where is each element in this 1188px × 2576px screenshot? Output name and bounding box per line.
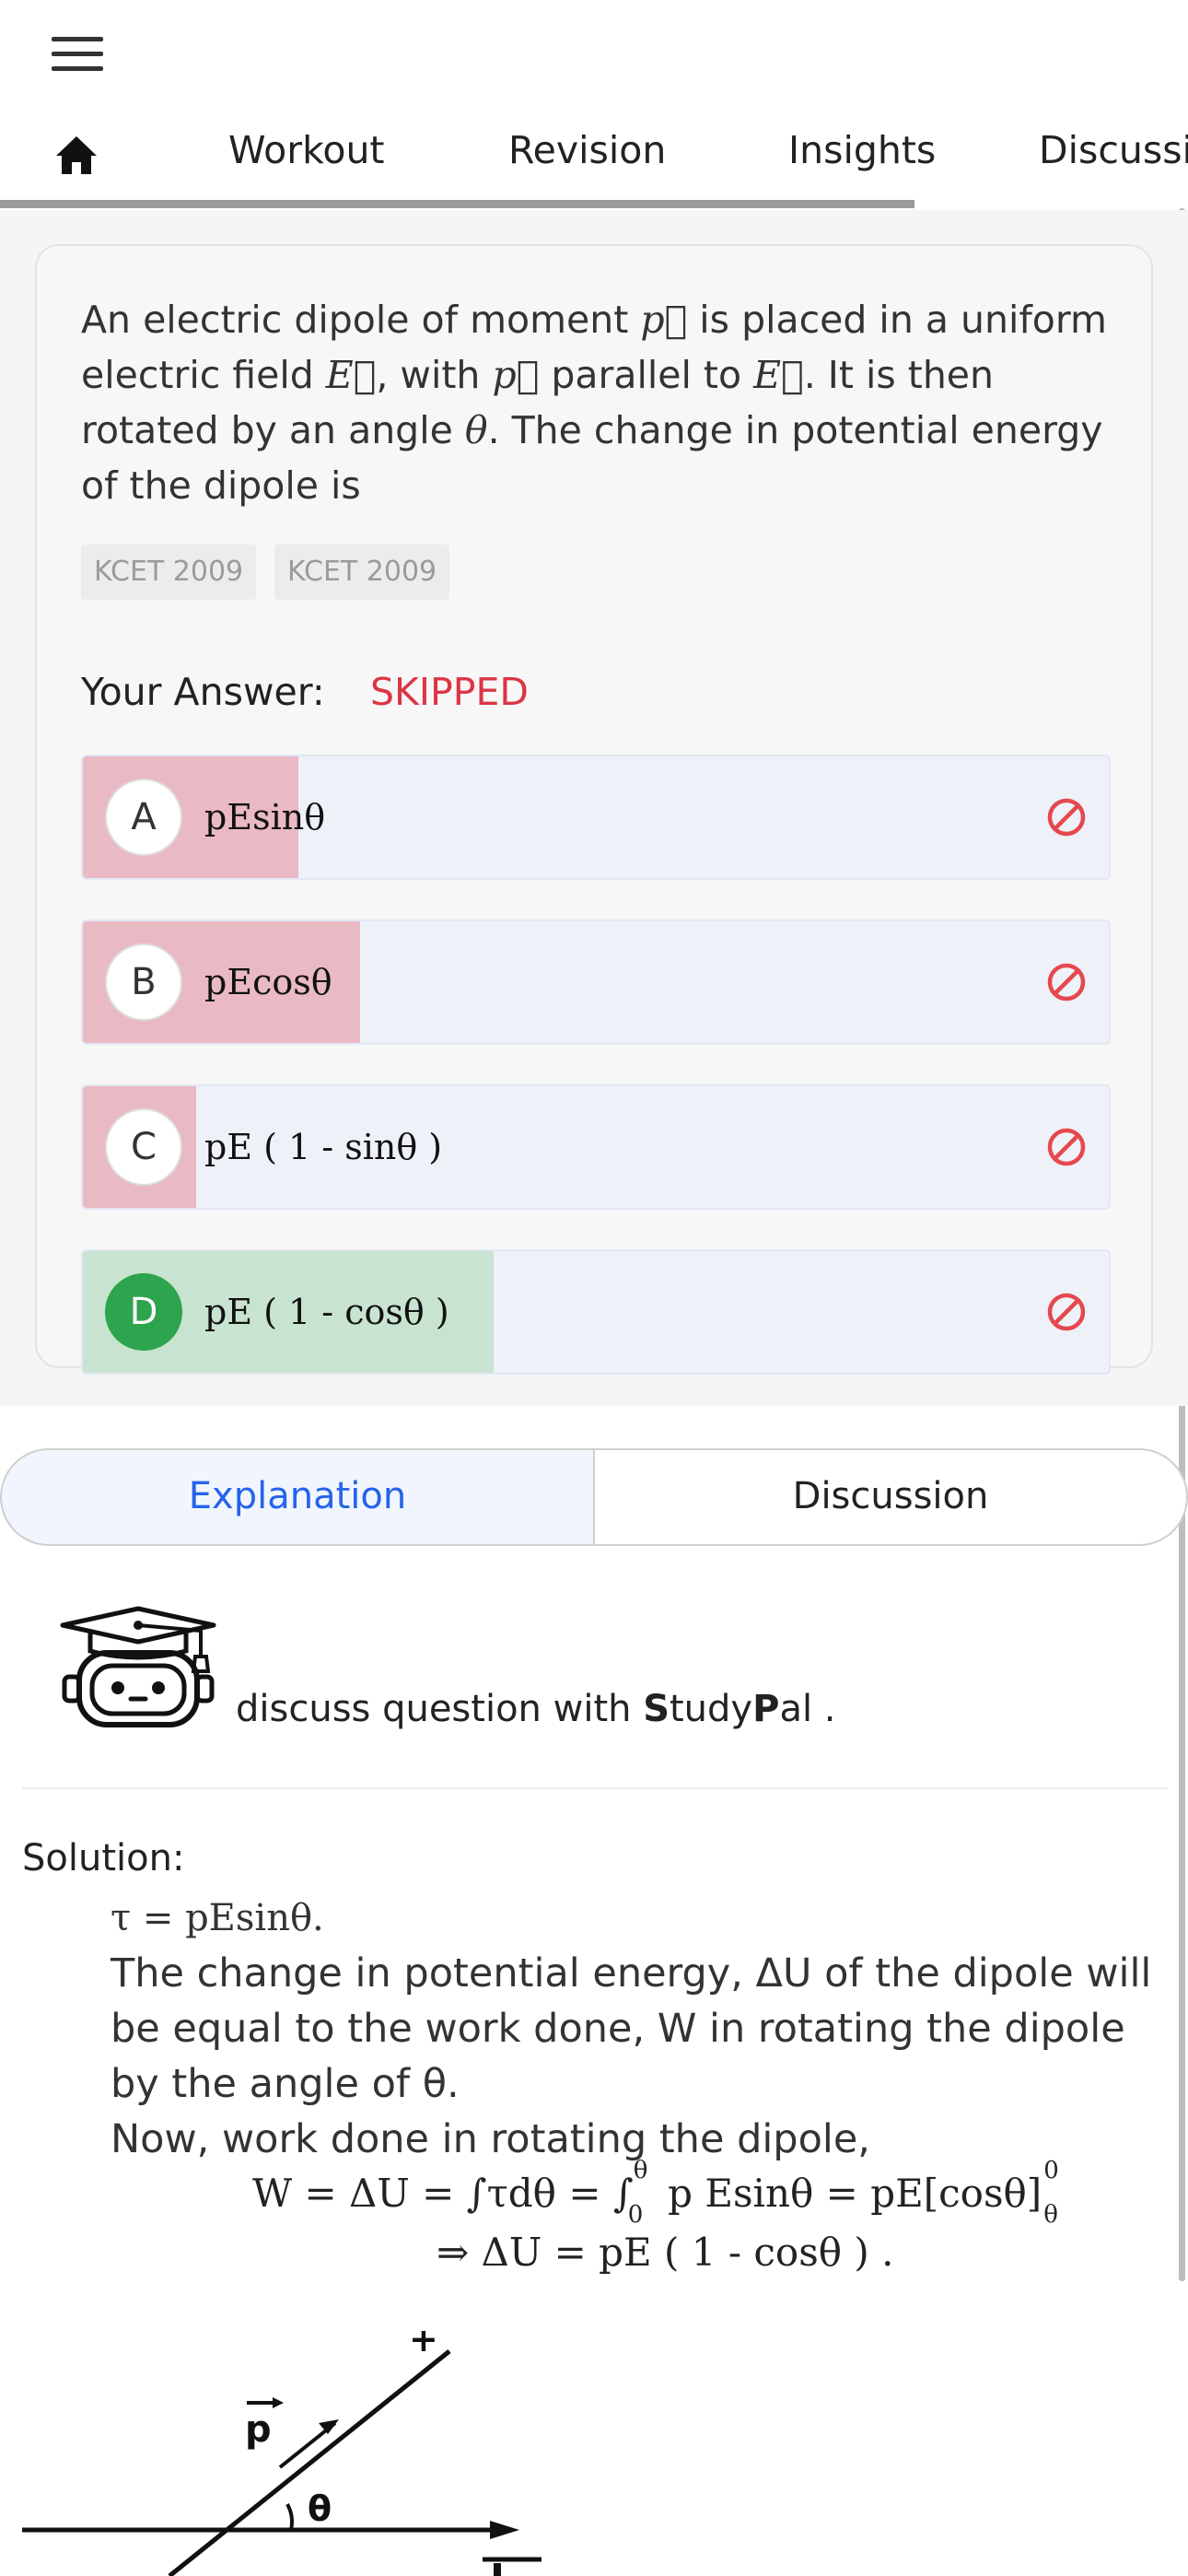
exam-tag: KCET 2009: [274, 544, 450, 600]
tab-insights[interactable]: Insights: [788, 115, 936, 185]
studypal-tudy: tudy: [670, 1688, 753, 1730]
option-d[interactable]: D pE ( 1 - cosθ ): [81, 1249, 1111, 1375]
solution-text: The change in potential energy, ΔU of th…: [111, 1950, 1152, 2107]
question-text: An electric dipole of moment p⃗ is place…: [81, 298, 1107, 508]
tab-revision[interactable]: Revision: [508, 115, 666, 185]
ban-icon: [1047, 1293, 1086, 1331]
ban-icon: [1047, 798, 1086, 837]
option-c[interactable]: C pE ( 1 - sinθ ): [81, 1084, 1111, 1210]
option-d-text: pE ( 1 - cosθ ): [204, 1292, 449, 1332]
question-section: An electric dipole of moment p⃗ is place…: [0, 210, 1188, 1406]
eq1-main: W = ΔU = ∫τdθ = ∫: [252, 2171, 634, 2216]
option-b-text: pEcosθ: [204, 962, 332, 1002]
studypal-p: P: [752, 1688, 780, 1730]
option-b[interactable]: B pEcosθ: [81, 919, 1111, 1045]
solution-equation-1: W = ΔU = ∫τdθ = ∫ θ 0 p Esinθ = pE[cosθ] 0 θ: [252, 2157, 1064, 2229]
explanation-tab[interactable]: Explanation: [0, 1448, 595, 1546]
solution-equation-2: ⇒ ΔU = pE ( 1 - cosθ ) .: [437, 2230, 894, 2275]
home-icon[interactable]: [53, 128, 105, 174]
eq1-upper-limit: θ: [633, 2157, 648, 2184]
plus-charge-label: +: [409, 2331, 438, 2359]
theta-label: θ: [308, 2488, 332, 2529]
solution-torque: τ = pEsinθ.: [111, 1897, 324, 1939]
top-bar: [0, 0, 1188, 111]
exam-tag: KCET 2009: [81, 544, 257, 600]
eq1-superscript: 0: [1043, 2157, 1059, 2184]
tab-bar: Workout Revision Insights Discussi: [0, 115, 1188, 207]
option-b-letter: B: [105, 943, 182, 1021]
option-c-letter: C: [105, 1108, 182, 1186]
studypal-prefix: discuss question with: [236, 1688, 644, 1730]
robot-graduate-icon[interactable]: [55, 1605, 221, 1734]
option-a[interactable]: A pEsinθ: [81, 755, 1111, 880]
studypal-link[interactable]: discuss question with StudyPal .: [236, 1688, 836, 1730]
option-c-text: pE ( 1 - sinθ ): [204, 1127, 443, 1167]
eq1-lower-limit: 0: [627, 2201, 644, 2229]
p-vector-label: p: [245, 2408, 272, 2451]
option-a-letter: A: [105, 779, 182, 856]
option-a-text: pEsinθ: [204, 797, 326, 837]
eq1-subscript: θ: [1043, 2201, 1058, 2229]
hamburger-menu-icon[interactable]: [52, 37, 103, 74]
solution-label: Solution:: [22, 1837, 185, 1879]
studypal-s: S: [643, 1688, 670, 1730]
divider: [22, 1787, 1168, 1789]
ban-icon: [1047, 1128, 1086, 1166]
question-card: An electric dipole of moment p⃗ is place…: [35, 244, 1153, 1375]
option-d-letter: D: [105, 1273, 182, 1351]
studypal-al: al .: [779, 1688, 836, 1730]
your-answer-status: SKIPPED: [370, 670, 529, 714]
tab-workout[interactable]: Workout: [228, 115, 385, 185]
your-answer-label: Your Answer:: [81, 670, 325, 714]
ban-icon: [1047, 963, 1086, 1001]
discussion-tab[interactable]: Discussion: [593, 1448, 1188, 1546]
tab-scroll-progress: [0, 200, 915, 208]
eq1-rest: p Esinθ = pE[cosθ]: [655, 2171, 1042, 2216]
dipole-figure: θ p +: [22, 2331, 542, 2576]
tab-discussion[interactable]: Discussi: [1039, 115, 1188, 185]
